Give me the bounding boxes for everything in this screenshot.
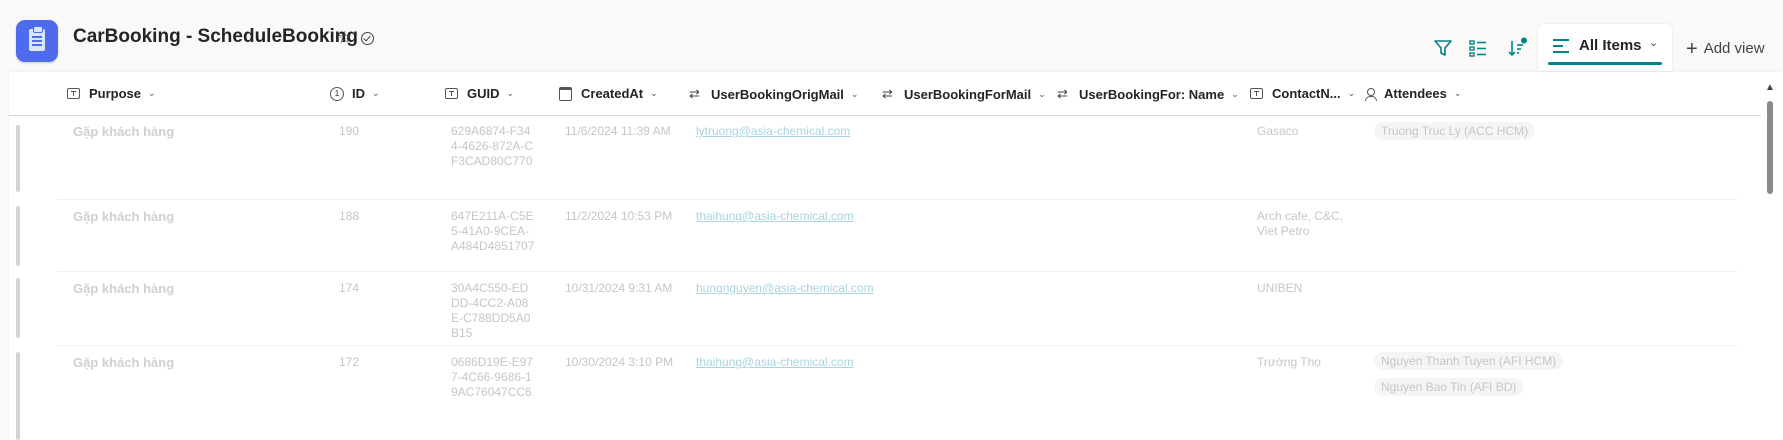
lookup-column-icon: ⇄ [1057,86,1068,101]
cell-guid: 647E211A-C5E5-41A0-9CEA-A484D4851707 [451,209,535,253]
chevron-down-icon: ⌄ [650,88,658,98]
scroll-up-arrow-icon[interactable]: ▲ [1765,82,1775,93]
command-bar: CarBooking - ScheduleBooking ☆ All Items… [0,0,1783,72]
list-title[interactable]: CarBooking - ScheduleBooking [73,26,358,48]
favorite-star-icon[interactable]: ☆ [337,28,352,48]
view-switcher-tab[interactable]: All Items ⌄ [1538,24,1672,71]
chevron-down-icon: ⌄ [1453,88,1462,98]
cell-createdat: 11/6/2024 11:39 AM [565,124,671,138]
cell-orig-mail-link[interactable]: lytruong@asia-chemical.com [696,124,850,139]
column-header-userbookingfor-name[interactable]: ⇄ UserBookingFor: Name ⌄ [1057,86,1239,102]
cell-contact: Gasaco [1257,124,1299,138]
cell-guid: 629A6874-F344-4626-872A-CF3CAD80C770 [451,124,534,168]
chevron-down-icon: ⌄ [850,88,859,99]
text-column-icon [1250,88,1263,99]
cell-purpose: Gặp khách hàng [73,209,175,224]
active-view-underline [1548,62,1662,65]
add-view-label: Add view [1703,40,1765,57]
view-list-icon [1553,39,1569,53]
chevron-down-icon: ⌄ [1038,88,1046,99]
table-row[interactable]: Gặp khách hàng 174 30A4C550-EDDD-4CC2-A0… [9,272,1761,346]
cell-contact: Trường Thọ [1257,355,1321,369]
cell-contact: UNIBEN [1257,281,1303,295]
column-header-guid[interactable]: GUID ⌄ [445,86,514,101]
cell-orig-mail-link[interactable]: hungnguyen@asia-chemical.com [696,281,874,296]
chevron-down-icon: ⌄ [148,88,156,98]
scrollbar-thumb[interactable] [1767,101,1773,194]
number-column-icon: 1 [330,86,344,101]
lookup-column-icon: ⇄ [689,86,700,101]
filter-icon[interactable] [1432,37,1454,59]
status-check-icon[interactable] [361,32,374,45]
chevron-down-icon: ⌄ [1347,88,1356,98]
chevron-down-icon: ⌄ [1231,88,1239,99]
column-header-userbookingformail[interactable]: ⇄ UserBookingForMail ⌄ [882,86,1046,102]
sort-icon[interactable] [1506,37,1528,59]
column-header-userbookingorigmail[interactable]: ⇄ UserBookingOrigMail ⌄ [689,86,858,102]
cell-orig-mail-link[interactable]: thaihung@asia-chemical.com [696,209,854,224]
column-header-purpose[interactable]: Purpose ⌄ [67,86,156,101]
column-header-row: Purpose ⌄ 1 ID ⌄ GUID ⌄ CreatedAt ⌄ ⇄ UserBook… [9,72,1761,116]
cell-id: 190 [339,124,360,138]
cell-guid: 0686D19E-E977-4C66-9686-19AC76047CC6 [451,355,534,399]
lookup-column-icon: ⇄ [882,86,893,101]
clipboard-list-icon [16,20,58,62]
plus-icon: + [1686,38,1698,60]
cell-purpose: Gặp khách hàng [73,124,175,139]
list-panel: Purpose ⌄ 1 ID ⌄ GUID ⌄ CreatedAt ⌄ ⇄ UserBook… [9,72,1783,440]
calendar-column-icon [559,86,572,101]
table-row[interactable]: Gặp khách hàng 190 629A6874-F344-4626-87… [9,116,1761,200]
column-header-contactname[interactable]: ContactN... ⌄ [1250,86,1355,101]
cell-orig-mail-link[interactable]: thaihung@asia-chemical.com [696,355,854,370]
attendee-pill[interactable]: Truong Truc Ly (ACC HCM) [1374,122,1536,140]
group-list-icon[interactable] [1467,37,1489,59]
text-column-icon [67,88,80,99]
table-row[interactable]: Gặp khách hàng 172 0686D19E-E977-4C66-96… [9,346,1761,440]
row-select-bar[interactable] [16,352,20,440]
cell-createdat: 10/30/2024 3:10 PM [565,355,674,369]
view-name: All Items [1579,37,1642,54]
column-header-createdat[interactable]: CreatedAt ⌄ [559,86,658,101]
column-header-id[interactable]: 1 ID ⌄ [330,86,380,101]
cell-contact: Arch cafe, C&C, Viet Petro [1257,209,1344,238]
cell-createdat: 10/31/2024 9:31 AM [565,281,673,295]
vertical-scrollbar[interactable]: ▲ [1765,82,1775,440]
table-row[interactable]: Gặp khách hàng 188 647E211A-C5E5-41A0-9C… [9,200,1761,272]
cell-id: 174 [339,281,360,295]
attendee-pill[interactable]: Nguyen Thanh Tuyen (AFI HCM) [1374,352,1564,370]
chevron-down-icon: ⌄ [506,88,515,98]
chevron-down-icon: ⌄ [1649,37,1659,49]
row-select-bar[interactable] [16,278,20,338]
row-select-bar[interactable] [16,125,20,192]
cell-guid: 30A4C550-EDDD-4CC2-A08E-C788DD5A0B15 [451,281,531,340]
add-view-button[interactable]: + Add view [1686,36,1765,60]
cell-purpose: Gặp khách hàng [73,281,175,296]
chevron-down-icon: ⌄ [372,88,380,98]
row-select-bar[interactable] [16,206,20,266]
cell-createdat: 11/2/2024 10:53 PM [565,209,673,223]
cell-id: 172 [339,355,360,369]
text-column-icon [445,88,458,99]
cell-id: 188 [339,209,360,223]
person-column-icon [1365,87,1377,101]
attendee-pill[interactable]: Nguyen Bao Tin (AFI BD) [1374,378,1524,396]
cell-purpose: Gặp khách hàng [73,355,175,370]
column-header-attendees[interactable]: Attendees ⌄ [1365,86,1461,101]
